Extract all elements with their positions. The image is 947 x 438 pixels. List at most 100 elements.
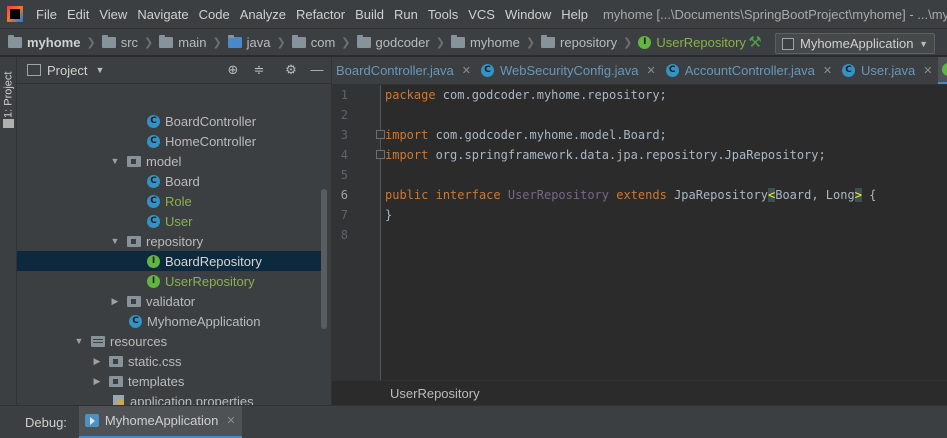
tree-item-model[interactable]: ▼ model	[17, 151, 324, 171]
folder-icon	[109, 375, 123, 387]
tree-item-label: MyhomeApplication	[147, 313, 261, 329]
tree-item-board[interactable]: C Board	[17, 171, 324, 191]
tree-item-label: UserRepository	[165, 273, 255, 289]
minimize-icon[interactable]: —	[309, 62, 325, 78]
breadcrumb-userrepository[interactable]: I UserRepository	[638, 35, 746, 50]
tree-item-user[interactable]: C User	[17, 211, 324, 231]
collapsed-arrow-icon[interactable]: ▶	[91, 376, 103, 387]
menu-analyze[interactable]: Analyze	[235, 7, 291, 22]
debug-tool-bar: Debug: MyhomeApplication ✕	[0, 405, 947, 438]
tree-item-role[interactable]: C Role	[17, 191, 324, 211]
fold-marker-icon[interactable]	[376, 150, 385, 159]
breadcrumb-src[interactable]: src ❯	[101, 34, 160, 50]
close-icon[interactable]: ✕	[647, 64, 656, 77]
folder-icon	[101, 34, 116, 48]
menu-build[interactable]: Build	[350, 7, 389, 22]
breadcrumb-myhome[interactable]: myhome ❯	[450, 34, 541, 50]
package-icon	[127, 295, 141, 307]
tree-item-homecontroller[interactable]: C HomeController	[17, 131, 324, 151]
tab-accountcontroller[interactable]: C AccountController.java ✕	[662, 57, 838, 84]
bracket-close-highlight: >	[854, 188, 862, 202]
close-icon[interactable]: ✕	[823, 64, 832, 77]
interface-name: UserRepository	[507, 188, 610, 202]
gear-icon[interactable]: ⚙	[283, 62, 299, 78]
breadcrumb-java[interactable]: java ❯	[227, 34, 292, 50]
debug-label: Debug:	[25, 414, 67, 430]
close-icon[interactable]: ✕	[226, 414, 235, 427]
project-icon	[27, 64, 41, 76]
application-config-icon	[782, 37, 794, 50]
fold-marker-icon[interactable]	[376, 130, 385, 139]
tab-user[interactable]: C User.java ✕	[838, 57, 938, 84]
editor-breadcrumb-label[interactable]: UserRepository	[390, 386, 480, 401]
breadcrumb-com[interactable]: com ❯	[291, 34, 357, 50]
tree-item-resources[interactable]: ▼ resources	[17, 331, 324, 351]
debug-tab-myhomeapplication[interactable]: MyhomeApplication ✕	[78, 405, 242, 438]
tree-item-label: resources	[110, 333, 168, 349]
menu-file[interactable]: File	[31, 7, 62, 22]
interface-icon: I	[147, 274, 160, 288]
collapsed-arrow-icon[interactable]: ▶	[91, 356, 103, 367]
tree-item-label: templates	[128, 373, 185, 389]
breadcrumb-separator-icon: ❯	[341, 36, 351, 49]
interface-icon: I	[638, 35, 652, 49]
breadcrumb-godcoder[interactable]: godcoder ❯	[356, 34, 451, 50]
menu-vcs[interactable]: VCS	[463, 7, 500, 22]
menu-window[interactable]: Window	[500, 7, 556, 22]
project-tree-scrollbar[interactable]	[321, 189, 327, 329]
close-icon[interactable]: ✕	[462, 64, 471, 77]
keyword-import: import	[385, 128, 429, 142]
class-icon: C	[147, 174, 160, 188]
tree-item-boardrepository[interactable]: I BoardRepository	[17, 251, 324, 271]
interface-icon: I	[942, 62, 947, 76]
menu-code[interactable]: Code	[194, 7, 235, 22]
close-icon[interactable]: ✕	[923, 64, 932, 77]
menu-help[interactable]: Help	[556, 7, 593, 22]
keyword-interface: interface	[435, 188, 501, 202]
keyword-public: public	[385, 188, 429, 202]
tab-userrepository[interactable]: I Us	[938, 57, 947, 84]
interface-icon: I	[147, 254, 160, 268]
expanded-arrow-icon[interactable]: ▼	[73, 336, 85, 346]
breadcrumb-separator-icon: ❯	[276, 36, 286, 49]
collapsed-arrow-icon[interactable]: ▶	[109, 296, 121, 307]
resources-folder-icon	[91, 335, 105, 347]
breadcrumb-label: src	[120, 34, 139, 50]
properties-file-icon	[113, 394, 124, 405]
menu-refactor[interactable]: Refactor	[291, 7, 350, 22]
tree-item-static-css[interactable]: ▶ static.css	[17, 351, 324, 371]
line-number: 5	[340, 168, 348, 182]
breadcrumb-main[interactable]: main ❯	[159, 34, 227, 50]
project-view-title[interactable]: Project	[47, 63, 87, 78]
menu-edit[interactable]: Edit	[62, 7, 94, 22]
breadcrumb-project[interactable]: myhome ❯	[8, 34, 102, 50]
breadcrumb-separator-icon: ❯	[525, 36, 536, 49]
menu-tools[interactable]: Tools	[423, 7, 463, 22]
locate-target-icon[interactable]: ⊕	[225, 62, 241, 78]
expanded-arrow-icon[interactable]: ▼	[109, 156, 121, 166]
menu-view[interactable]: View	[94, 7, 132, 22]
code-editor[interactable]: 1 2 3 4 5 6 7 8 package com.godcoder.myh…	[332, 85, 947, 380]
tree-item-templates[interactable]: ▶ templates	[17, 371, 324, 391]
expanded-arrow-icon[interactable]: ▼	[109, 236, 121, 246]
breadcrumb-repository[interactable]: repository ❯	[541, 34, 638, 50]
menu-run[interactable]: Run	[389, 7, 423, 22]
tab-websecurityconfig[interactable]: C WebSecurityConfig.java ✕	[477, 57, 662, 84]
tree-item-validator[interactable]: ▶ validator	[17, 291, 324, 311]
editor-breadcrumb: UserRepository	[332, 380, 947, 405]
run-configuration-select[interactable]: MyhomeApplication ▼	[775, 33, 935, 54]
chevron-down-icon[interactable]: ▼	[95, 65, 104, 75]
tab-boardcontroller[interactable]: BoardController.java ✕	[332, 57, 477, 84]
tree-item-application-properties[interactable]: application.properties	[17, 391, 324, 405]
menu-navigate[interactable]: Navigate	[132, 7, 193, 22]
breadcrumb-separator-icon: ❯	[623, 36, 633, 49]
breadcrumb-separator-icon: ❯	[144, 36, 154, 49]
tree-item-userrepository[interactable]: I UserRepository	[17, 271, 324, 291]
structure-icon[interactable]	[3, 119, 14, 128]
collapse-all-icon[interactable]: ≑	[251, 62, 267, 78]
build-hammer-icon[interactable]: ⚒	[746, 34, 764, 52]
project-tool-window-button[interactable]: 1: Project	[1, 65, 16, 125]
tree-item-boardcontroller[interactable]: C BoardController	[17, 111, 324, 131]
tree-item-repository[interactable]: ▼ repository	[17, 231, 324, 251]
tree-item-myhomeapplication[interactable]: C MyhomeApplication	[17, 311, 324, 331]
